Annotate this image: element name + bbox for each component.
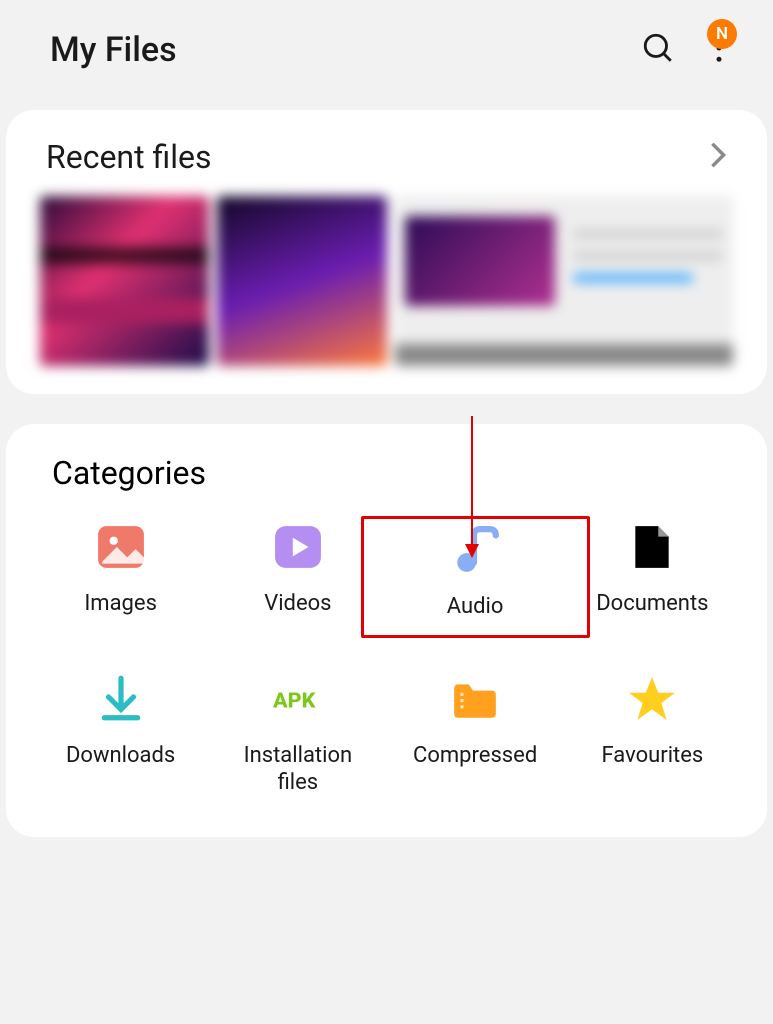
more-menu[interactable]: N [715,33,723,67]
category-images[interactable]: Images [32,522,209,624]
recent-files-header[interactable]: Recent files [6,138,767,196]
categories-title: Categories [6,454,767,522]
images-icon [96,522,146,572]
category-label: Audio [447,593,504,621]
category-label: Images [84,590,157,618]
category-documents[interactable]: Documents [564,522,741,624]
category-downloads[interactable]: Downloads [32,674,209,797]
categories-grid: Images Videos Audio Documents Downloads [6,522,767,797]
recent-files-card: Recent files [6,110,767,394]
header-actions: N [641,31,723,69]
more-vertical-icon [715,48,723,67]
annotation-arrow [471,416,473,556]
app-header: My Files N [0,0,773,100]
compressed-icon [450,674,500,724]
category-installation-files[interactable]: APK Installation files [209,674,386,797]
recent-thumb[interactable] [395,196,734,366]
avatar[interactable]: N [707,19,737,49]
recent-files-title: Recent files [46,138,709,176]
chevron-right-icon [709,141,727,173]
category-label: Videos [264,590,331,618]
page-title: My Files [50,30,641,70]
recent-thumb[interactable] [217,196,386,366]
documents-icon [627,522,677,572]
category-audio[interactable]: Audio [361,516,590,638]
category-label: Compressed [413,742,537,770]
category-label: Downloads [66,742,175,770]
category-label: Installation files [244,742,353,797]
svg-text:APK: APK [273,688,316,713]
search-icon[interactable] [641,31,675,69]
downloads-icon [96,674,146,724]
category-compressed[interactable]: Compressed [387,674,564,797]
categories-card: Categories Images Videos Audio Documents [6,424,767,837]
category-videos[interactable]: Videos [209,522,386,624]
category-favourites[interactable]: Favourites [564,674,741,797]
category-label: Documents [596,590,708,618]
recent-thumbnails[interactable] [6,196,767,366]
apk-icon: APK [273,674,323,724]
videos-icon [273,522,323,572]
favourites-icon [627,674,677,724]
recent-thumb[interactable] [40,196,209,366]
category-label: Favourites [601,742,703,770]
